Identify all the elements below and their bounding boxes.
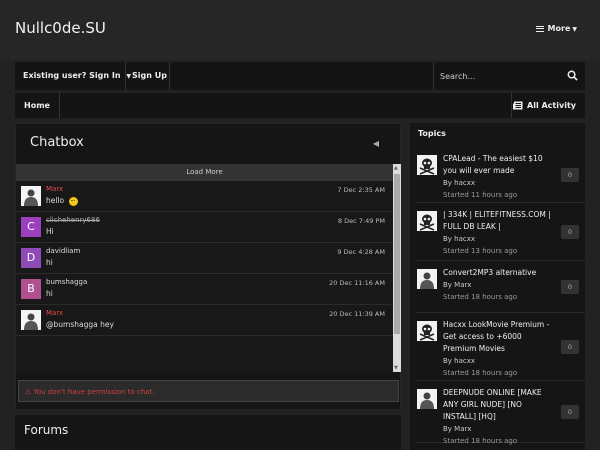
avatar[interactable] <box>417 269 437 289</box>
message-time: 20 Dec 11:16 AM <box>329 279 385 287</box>
message-time: 9 Dec 4:28 AM <box>337 248 385 256</box>
chatbox-title: Chatbox <box>30 135 84 150</box>
topic-title[interactable]: CPALead - The easiest $10 you will ever … <box>443 153 553 177</box>
topic-author[interactable]: By Marx <box>443 425 471 433</box>
topic-author[interactable]: By hacxx <box>443 235 475 243</box>
message-text: @bumshagga hey <box>46 320 114 329</box>
chat-message: Cclichehenry686 Hi 8 Dec 7:49 PM <box>16 212 393 243</box>
divider <box>125 62 126 90</box>
scrollbar-thumb[interactable] <box>394 174 400 334</box>
chat-message: Bbumshagga hi 20 Dec 11:16 AM <box>16 274 393 305</box>
reply-count-badge: 0 <box>561 168 579 182</box>
message-text: hi <box>46 258 53 267</box>
reply-count-badge: 0 <box>561 225 579 239</box>
chatbox-panel: Chatbox ◀ Load More Marx hello 7 Dec 2:35… <box>15 123 401 410</box>
chat-message: Ddavidliam hi 9 Dec 4:28 AM <box>16 243 393 274</box>
scroll-down-icon[interactable]: ▼ <box>394 365 398 371</box>
avatar[interactable] <box>417 321 437 341</box>
nav-home[interactable]: Home <box>15 93 60 118</box>
chat-message: Marx @bumshagga hey 20 Dec 11:39 AM <box>16 305 393 336</box>
message-text: hello <box>46 196 78 206</box>
topic-author[interactable]: By hacxx <box>443 179 475 187</box>
forums-section: Forums <box>15 415 401 450</box>
topic-started: Started 18 hours ago <box>443 293 518 301</box>
message-author[interactable]: bumshagga <box>46 278 87 286</box>
load-more-button[interactable]: Load More <box>16 164 393 181</box>
message-text: hi <box>46 289 53 298</box>
avatar[interactable]: B <box>21 279 41 299</box>
warning-icon: ⚠ <box>25 388 32 396</box>
message-text: Hi <box>46 227 54 236</box>
topic-started: Started 18 hours ago <box>443 437 518 445</box>
avatar[interactable] <box>417 155 437 175</box>
topic-author[interactable]: By hacxx <box>443 357 475 365</box>
sign-up-button[interactable]: Sign Up <box>132 62 167 90</box>
caret-down-icon: ▼ <box>126 73 131 80</box>
topic-started: Started 11 hours ago <box>443 191 518 199</box>
topic-author[interactable]: By Marx <box>443 281 471 289</box>
all-activity-label: All Activity <box>527 101 576 110</box>
avatar[interactable] <box>417 211 437 231</box>
topic-title[interactable]: Hacxx LookMovie Premium - Get access to … <box>443 319 553 355</box>
smile-emoji-icon <box>68 196 78 206</box>
scroll-up-icon[interactable]: ▲ <box>394 165 398 171</box>
more-menu-button[interactable]: More ▼ <box>535 24 577 33</box>
sign-in-button[interactable]: Existing user? Sign In ▼ <box>23 62 131 90</box>
avatar[interactable]: C <box>21 217 41 237</box>
topic-item[interactable]: Hacxx LookMovie Premium - Get access to … <box>415 313 585 381</box>
topic-started: Started 18 hours ago <box>443 369 518 377</box>
message-author[interactable]: Marx <box>46 185 63 193</box>
reply-count-badge: 0 <box>561 405 579 419</box>
avatar[interactable] <box>417 389 437 409</box>
topic-title[interactable]: Convert2MP3 alternative <box>443 267 553 279</box>
topics-sidebar: Topics CPALead - The easiest $10 you wil… <box>410 123 585 450</box>
more-label: More <box>547 24 571 33</box>
search-input[interactable] <box>433 62 585 90</box>
message-time: 20 Dec 11:39 AM <box>329 310 385 318</box>
divider <box>169 62 170 90</box>
hamburger-icon <box>535 24 544 33</box>
search-icon[interactable] <box>567 70 578 81</box>
message-author[interactable]: Marx <box>46 309 63 317</box>
avatar[interactable]: D <box>21 248 41 268</box>
topic-item[interactable]: | 334K | ELITEFITNESS.COM | FULL DB LEAK… <box>415 203 585 261</box>
permission-warning: ⚠ You don't have permission to chat. <box>18 380 399 402</box>
message-author[interactable]: clichehenry686 <box>46 216 100 224</box>
newspaper-icon <box>513 101 523 110</box>
message-time: 7 Dec 2:35 AM <box>337 186 385 194</box>
topic-item[interactable]: DEEPNUDE ONLINE [MAKE ANY GIRL NUDE] [NO… <box>415 381 585 445</box>
sign-in-label: Existing user? Sign In <box>23 71 121 80</box>
avatar[interactable] <box>21 310 41 330</box>
divider <box>511 93 512 118</box>
reply-count-badge: 0 <box>561 280 579 294</box>
permission-text: You don't have permission to chat. <box>33 388 155 396</box>
collapse-icon[interactable]: ◀ <box>373 139 379 148</box>
topic-started: Started 13 hours ago <box>443 247 518 255</box>
reply-count-badge: 0 <box>561 340 579 354</box>
topics-title: Topics <box>418 129 446 138</box>
topic-item[interactable]: CPALead - The easiest $10 you will ever … <box>415 147 585 203</box>
message-author[interactable]: davidliam <box>46 247 80 255</box>
chat-message-list[interactable]: Load More Marx hello 7 Dec 2:35 AM Ccliche… <box>16 164 393 372</box>
chat-message: Marx hello 7 Dec 2:35 AM <box>16 181 393 212</box>
avatar[interactable] <box>21 186 41 206</box>
topic-title[interactable]: DEEPNUDE ONLINE [MAKE ANY GIRL NUDE] [NO… <box>443 387 553 423</box>
message-time: 8 Dec 7:49 PM <box>337 217 385 225</box>
topic-item[interactable]: Convert2MP3 alternative By Marx Started 18… <box>415 261 585 313</box>
site-title[interactable]: Nullc0de.SU <box>15 19 106 37</box>
topic-title[interactable]: | 334K | ELITEFITNESS.COM | FULL DB LEAK… <box>443 209 553 233</box>
all-activity-button[interactable]: All Activity <box>513 93 576 118</box>
chat-scrollbar[interactable]: ▲ ▼ <box>393 164 401 372</box>
user-bar: Existing user? Sign In ▼ Sign Up <box>15 62 585 90</box>
caret-down-icon: ▼ <box>572 26 577 33</box>
nav-bar: Home All Activity <box>15 93 585 118</box>
forums-title: Forums <box>24 423 69 437</box>
site-header: Nullc0de.SU More ▼ <box>0 0 600 60</box>
